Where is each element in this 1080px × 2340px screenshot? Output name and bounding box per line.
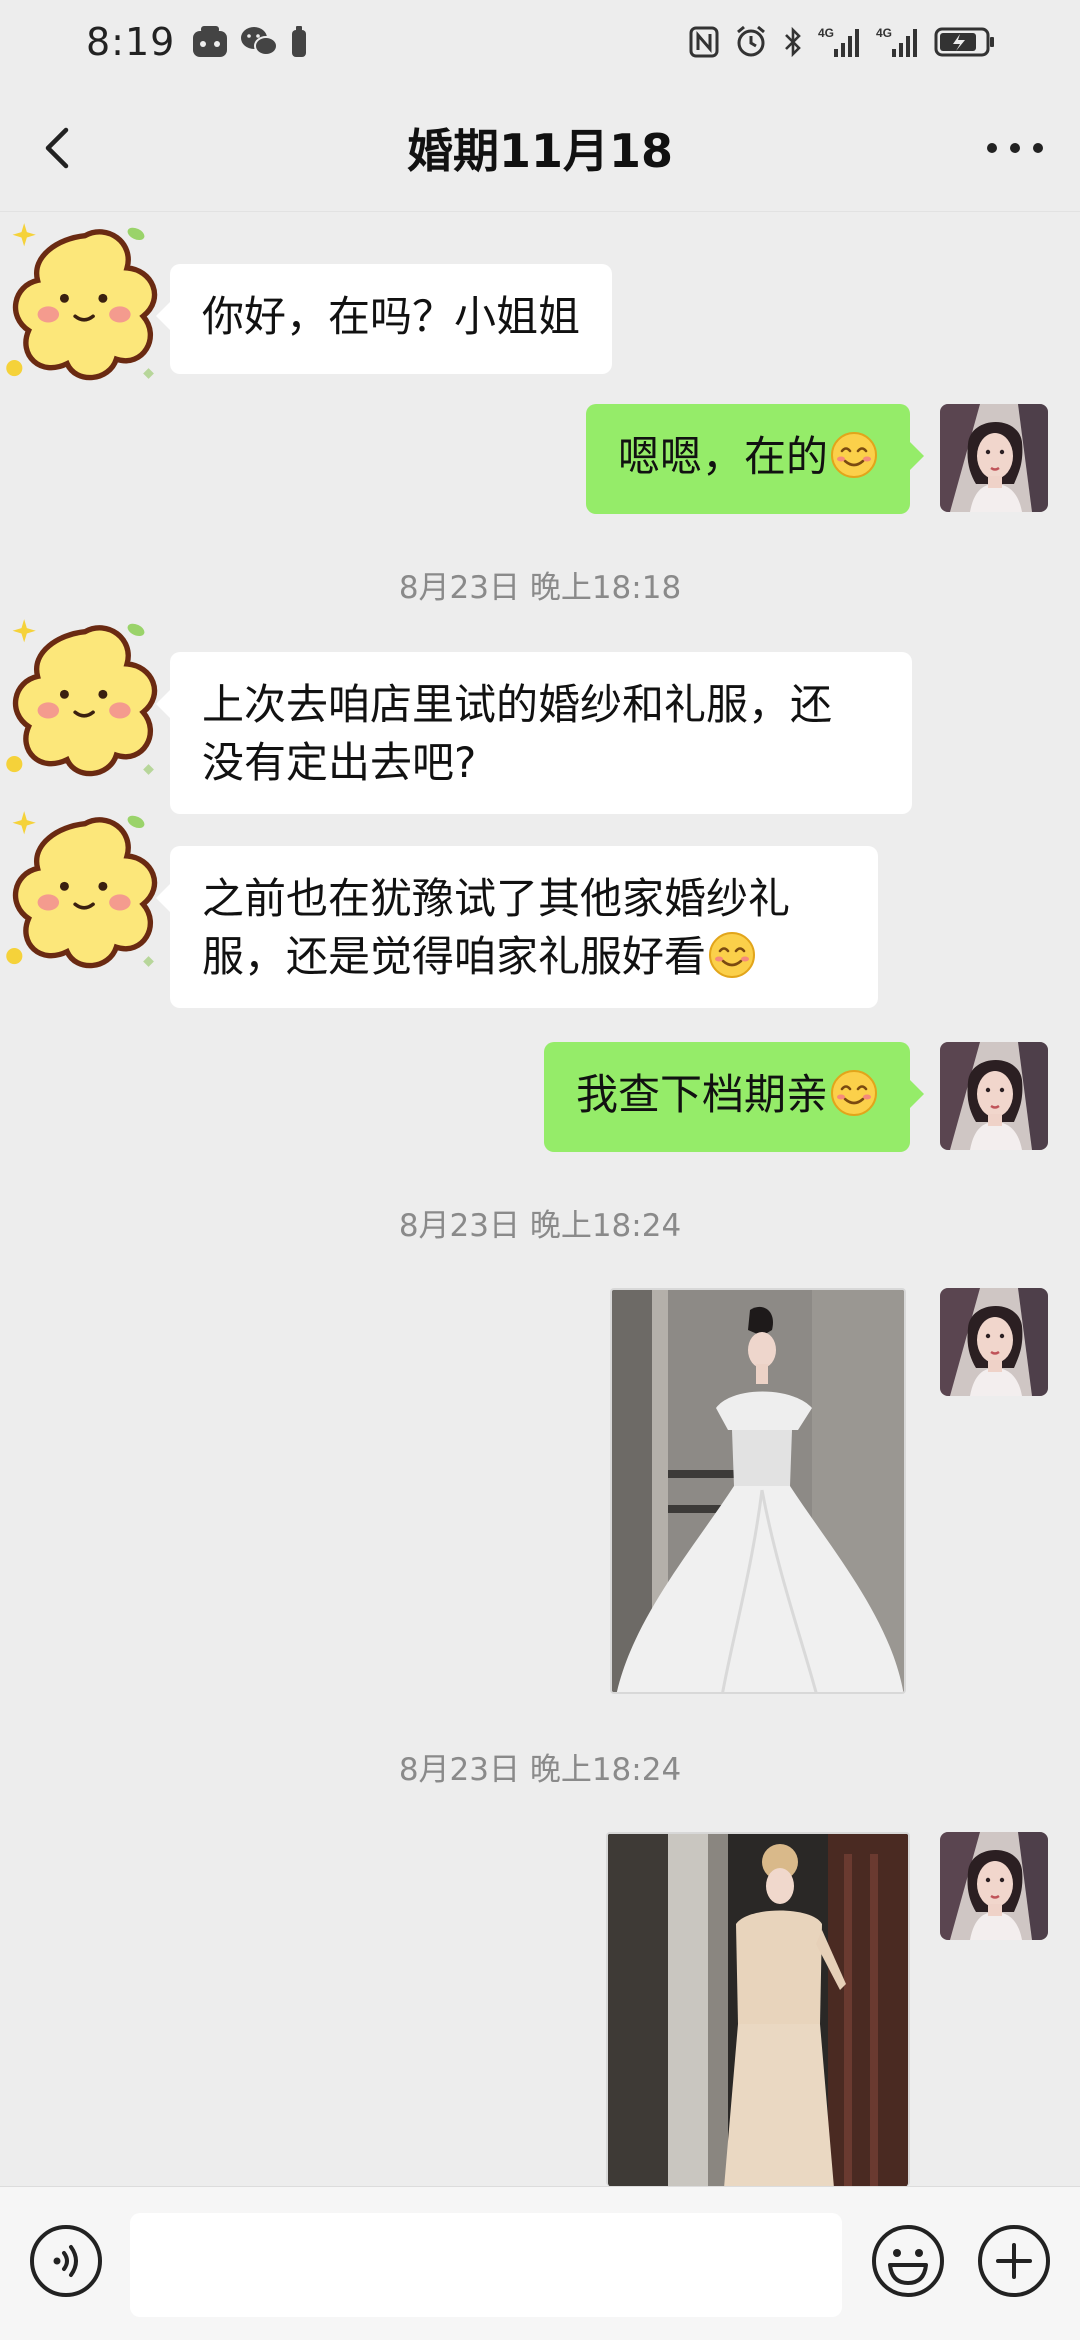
input-bar [0, 2186, 1080, 2340]
white-wedding-gown-photo[interactable] [610, 1288, 906, 1694]
alarm-icon [737, 25, 765, 57]
more-dots-icon[interactable] [980, 120, 1050, 176]
battery-saver-icon [292, 26, 307, 57]
message-line: 服，还是觉得咱家礼服好看 [202, 932, 707, 981]
status-bar: 8:19 4G 4G [0, 0, 1080, 84]
message-text: 嗯嗯，在的 [617, 432, 828, 481]
message-bubble-incoming[interactable]: 上次去咱店里试的婚纱和礼服，还 没有定出去吧? [156, 652, 912, 814]
photo-image [608, 1834, 908, 2186]
chinese-wedding-dress-photo[interactable] [606, 1832, 910, 2186]
status-right: 4G 4G [688, 25, 996, 59]
message-input[interactable] [130, 2213, 842, 2317]
app-icon [193, 26, 228, 57]
message-text: 我查下档期亲 [575, 1070, 828, 1119]
message-line: 上次去咱店里试的婚纱和礼服，还 [202, 680, 833, 729]
contact-avatar[interactable] [0, 216, 170, 386]
message-timestamp: 8月23日 晚上18:18 [398, 570, 682, 606]
message-bubble-outgoing[interactable]: 嗯嗯，在的 [585, 404, 925, 514]
signal-4g-icon: 4G [876, 26, 917, 57]
message-timestamp: 8月23日 晚上18:24 [398, 1752, 682, 1788]
voice-icon[interactable] [28, 2223, 104, 2299]
nfc-icon [689, 26, 719, 58]
smile-emoji-icon [708, 931, 756, 979]
plus-icon[interactable] [976, 2223, 1052, 2299]
status-left: 8:19 [86, 20, 309, 64]
emoji-icon[interactable] [870, 2223, 946, 2299]
message-bubble-outgoing[interactable]: 我查下档期亲 [543, 1042, 925, 1152]
contact-avatar[interactable] [0, 612, 170, 782]
contact-avatar[interactable] [0, 804, 170, 974]
smile-emoji-icon [830, 1069, 878, 1117]
status-time: 8:19 [86, 20, 176, 64]
bluetooth-icon [785, 26, 801, 58]
message-line: 之前也在犹豫试了其他家婚纱礼 [202, 874, 791, 923]
svg-text:4G: 4G [876, 26, 892, 40]
message-bubble-incoming[interactable]: 之前也在犹豫试了其他家婚纱礼 服，还是觉得咱家礼服好看 [156, 846, 878, 1008]
smile-emoji-icon [830, 431, 878, 479]
message-timestamp: 8月23日 晚上18:24 [398, 1208, 682, 1244]
my-avatar[interactable] [940, 1288, 1048, 1396]
status-icons-left [191, 25, 309, 59]
message-text: 你好，在吗？小姐姐 [202, 292, 581, 341]
chat-header: 婚期11月18 [0, 84, 1080, 212]
photo-image [612, 1290, 904, 1692]
my-avatar[interactable] [940, 1832, 1048, 1940]
chevron-left-icon[interactable] [30, 120, 86, 176]
my-avatar[interactable] [940, 404, 1048, 512]
chat-title: 婚期11月18 [406, 123, 674, 178]
battery-charging-icon [934, 27, 994, 57]
message-bubble-incoming[interactable]: 你好，在吗？小姐姐 [155, 264, 613, 374]
signal-4g-icon: 4G [818, 26, 859, 57]
wechat-icon [241, 27, 279, 56]
message-line: 没有定出去吧? [202, 738, 477, 787]
svg-text:4G: 4G [818, 26, 834, 40]
my-avatar[interactable] [940, 1042, 1048, 1150]
